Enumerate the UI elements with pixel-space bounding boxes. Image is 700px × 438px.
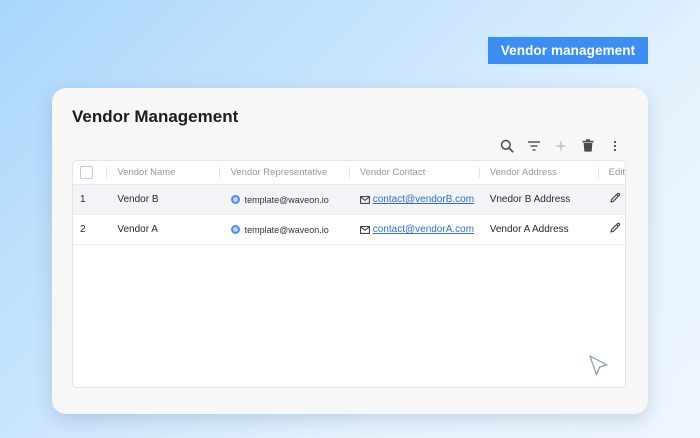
vendor-contact: contact@vendorB.com [359,194,480,205]
column-header: Vendor Contact [349,161,480,185]
edit-cell [598,184,625,215]
delete-button[interactable] [578,136,597,155]
column-header-label: Vendor Representative [230,167,328,178]
column-header: Vendor Name [107,161,220,185]
vendor-representative: template@waveon.io [230,194,350,205]
mail-icon [359,195,370,204]
vendor-table: Vendor Name Vendor Representative Vendor… [72,160,626,388]
vendor-contact-link[interactable]: contact@vendorB.com [373,194,474,205]
select-all-checkbox[interactable] [80,166,93,179]
vendor-management-card: Vendor Management Vendor Name Vendor Rep… [52,88,648,414]
avatar-icon [230,225,240,234]
table-header-row: Vendor Name Vendor Representative Vendor… [73,161,625,185]
vendor-contact-cell: contact@vendorA.com [349,214,480,245]
table-row[interactable]: 2 Vendor A template@waveon.io contact@ve… [73,214,625,245]
select-all-header [73,161,108,185]
table-toolbar [497,136,624,155]
add-vendor-button[interactable] [551,136,570,155]
search-icon [500,139,514,153]
vendor-address: Vendor A Address [479,214,599,245]
column-header-label: Vendor Contact [359,167,426,178]
trash-icon [582,139,593,152]
edit-row-button[interactable] [609,222,621,234]
column-header-label: Edit [608,167,625,178]
column-header: Edit [598,161,625,185]
edit-row-button[interactable] [609,192,621,204]
column-header: Vendor Representative [219,161,350,185]
row-index: 2 [73,214,108,245]
mouse-cursor-icon [589,355,608,376]
vendor-contact: contact@vendorA.com [359,224,480,235]
mail-icon [359,225,370,234]
avatar-icon [230,195,240,204]
vendor-representative-cell: template@waveon.io [219,214,350,245]
table-row[interactable]: 1 Vendor B template@waveon.io contact@ve… [73,184,625,215]
vendor-name: Vendor A [107,214,220,245]
page-title: Vendor Management [72,107,239,126]
column-header-label: Vendor Address [489,167,557,178]
representative-email: template@waveon.io [244,224,329,235]
search-button[interactable] [497,136,516,155]
vendor-representative: template@waveon.io [230,224,350,235]
more-options-button[interactable] [605,136,624,155]
plus-icon [556,141,565,150]
pencil-icon [610,222,620,233]
filter-icon [527,140,540,151]
vendor-contact-link[interactable]: contact@vendorA.com [373,224,474,235]
vendor-name: Vendor B [107,184,220,215]
pencil-icon [610,192,620,203]
more-vertical-icon [613,140,616,151]
vendor-address: Vnedor B Address [479,184,599,215]
column-header: Vendor Address [479,161,599,185]
column-header-label: Vendor Name [117,167,176,178]
edit-cell [598,214,625,245]
vendor-representative-cell: template@waveon.io [219,184,350,215]
filter-button[interactable] [524,136,543,155]
vendor-management-badge: Vendor management [488,37,648,64]
representative-email: template@waveon.io [244,194,329,205]
vendor-contact-cell: contact@vendorB.com [349,184,480,215]
row-index: 1 [73,184,108,215]
